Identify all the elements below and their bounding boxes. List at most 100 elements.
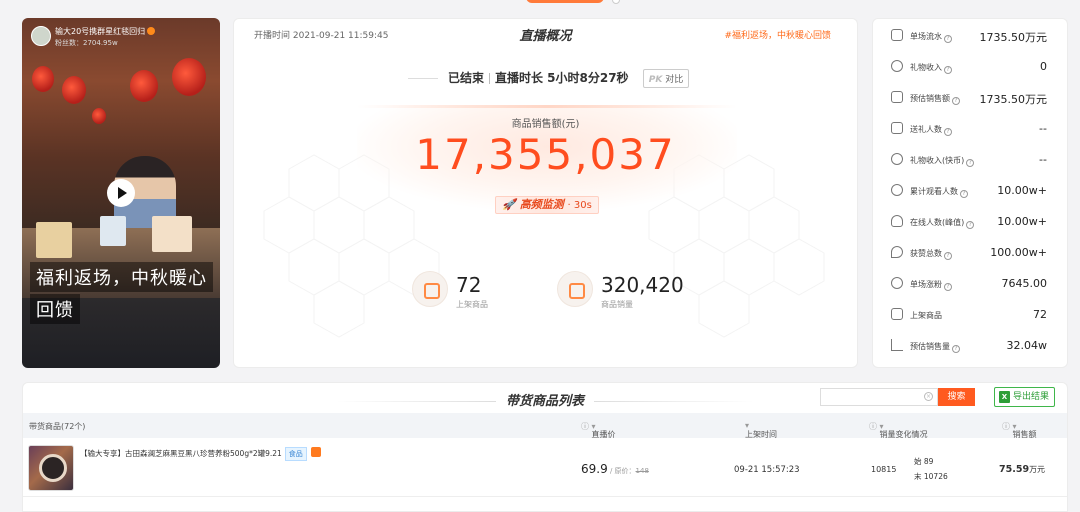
product-thumbnail[interactable]	[28, 445, 74, 491]
clear-icon[interactable]: ×	[924, 392, 933, 401]
metric-value: 10.00w+	[997, 184, 1047, 197]
divider	[335, 401, 496, 402]
sales-change: 10815	[871, 465, 897, 474]
kuaibi-icon	[891, 153, 903, 165]
online-users-icon	[891, 215, 903, 227]
help-icon[interactable]: ?	[944, 35, 952, 43]
metric-label: 预估销售额	[910, 94, 950, 103]
column-sales-amount[interactable]: ⓘ 销售额 ▾	[1002, 421, 1037, 439]
metric-row: 预估销售额? 1735.50万元	[873, 82, 1067, 113]
shop-icon[interactable]	[310, 447, 321, 457]
metric-value: --	[1039, 122, 1047, 135]
estimated-sales-icon	[891, 91, 903, 103]
product-search-input[interactable]: ×	[820, 388, 938, 406]
end-stock: 末 10726	[914, 472, 948, 481]
play-circle-icon	[891, 184, 903, 196]
metric-row: 单场流水? 1735.50万元	[873, 20, 1067, 51]
price-value: 69.9	[581, 462, 608, 476]
cash-flow-icon	[891, 29, 903, 41]
lantern-decoration	[172, 58, 206, 96]
top-orange-button[interactable]	[526, 0, 604, 3]
export-button[interactable]: X 导出结果	[994, 387, 1055, 407]
help-icon[interactable]: ?	[960, 190, 968, 198]
metric-value: 72	[1033, 308, 1047, 321]
top-strip	[0, 0, 1080, 8]
category-tag: 食品	[284, 447, 307, 461]
column-price[interactable]: ⓘ 直播价 ▾	[581, 421, 616, 439]
metric-row: 送礼人数? --	[873, 113, 1067, 144]
live-topic-tag[interactable]: #福利返场，中秋暖心回馈	[724, 28, 831, 41]
bar-chart-icon	[557, 271, 593, 307]
listed-time: 09-21 15:57:23	[734, 465, 800, 475]
product-list-title: 带货商品列表	[505, 394, 584, 409]
sales-amount: 17,355,037	[415, 130, 676, 179]
follower-gain-icon	[891, 277, 903, 289]
help-icon[interactable]: ?	[944, 283, 952, 291]
stat-value: 320,420	[601, 273, 684, 297]
metric-row: 在线人数(峰值)? 10.00w+	[873, 206, 1067, 237]
column-sales-change[interactable]: ⓘ 销量变化情况 ▾	[869, 421, 928, 439]
live-video-preview[interactable]: 输大20号携群星红毯回归 粉丝数：2704.95w 福利返场，中秋暖心 回馈	[22, 18, 220, 368]
search-button[interactable]: 搜索	[938, 388, 975, 406]
export-label: 导出结果	[1013, 392, 1050, 402]
top-circle-toggle[interactable]	[612, 0, 620, 4]
help-icon[interactable]: ?	[944, 252, 952, 260]
orig-price: 148	[635, 467, 649, 475]
product-box	[100, 216, 126, 246]
streamer-avatar[interactable]	[31, 26, 51, 46]
help-icon[interactable]: ?	[944, 66, 952, 74]
stat-label: 商品销量	[601, 300, 633, 309]
metric-value: 100.00w+	[990, 246, 1047, 259]
help-icon[interactable]: ?	[966, 221, 975, 229]
live-duration: 直播时长 5小时8分27秒	[494, 71, 629, 85]
lantern-decoration	[62, 76, 86, 104]
table-row[interactable]: 【输大专享】古田森澜芝麻黑豆黑八珍营养粉500g*2罐9.21 食品 69.9 /…	[23, 439, 1067, 497]
heart-icon	[891, 246, 903, 258]
metric-label: 单场流水	[910, 32, 942, 41]
metric-value: 32.04w	[1006, 339, 1048, 352]
live-status: 已结束	[447, 71, 484, 85]
metric-label: 礼物收入	[910, 63, 942, 72]
product-list-panel: 带货商品列表 × 搜索 X 导出结果 带货商品(72个) ⓘ 直播价 ▾ 上架时间…	[22, 382, 1068, 512]
sales-label: 商品销售额(元)	[511, 119, 580, 130]
column-listed-time[interactable]: 上架时间 ▾	[745, 421, 777, 439]
video-caption-line2: 回馈	[30, 294, 80, 324]
metric-label: 累计观看人数	[910, 187, 958, 196]
divider	[488, 73, 490, 84]
help-icon: ⓘ	[581, 422, 592, 431]
column-product: 带货商品(72个)	[29, 422, 86, 431]
video-caption-line1: 福利返场，中秋暖心	[30, 262, 213, 292]
lantern-decoration	[32, 66, 54, 92]
metric-value: --	[1039, 153, 1047, 166]
help-icon[interactable]: ?	[966, 159, 975, 167]
metric-label: 在线人数(峰值)	[910, 218, 965, 227]
metric-label: 获赞总数	[910, 249, 942, 258]
store-icon	[412, 271, 448, 307]
play-icon[interactable]	[107, 179, 135, 207]
divider	[407, 78, 438, 79]
metric-row: 预估销售量? 32.04w	[873, 330, 1067, 361]
high-frequency-monitor-badge[interactable]: 🚀 高频监测 · 30s	[495, 196, 599, 214]
monitor-label: 高频监测	[519, 198, 564, 211]
metric-row: 礼物收入? 0	[873, 51, 1067, 82]
band-line	[357, 105, 737, 108]
help-icon[interactable]: ?	[952, 345, 960, 353]
pk-compare-button[interactable]: PK 对比	[642, 69, 690, 88]
divider	[594, 401, 754, 402]
product-name[interactable]: 【输大专享】古田森澜芝麻黑豆黑八珍营养粉500g*2罐9.21	[80, 449, 282, 458]
orig-price-label: / 原价：	[607, 467, 636, 475]
help-icon[interactable]: ?	[952, 97, 960, 105]
product-box	[36, 222, 72, 258]
gift-coins-icon	[891, 60, 903, 72]
metric-row: 礼物收入(快币)? --	[873, 144, 1067, 175]
lantern-decoration	[130, 70, 158, 102]
help-icon[interactable]: ?	[944, 128, 952, 136]
metric-value: 0	[1040, 60, 1047, 73]
metric-row: 单场涨粉? 7645.00	[873, 268, 1067, 299]
metric-row: 获赞总数? 100.00w+	[873, 237, 1067, 268]
pk-compare-label: 对比	[665, 75, 684, 85]
streamer-name[interactable]: 输大20号携群星红毯回归	[55, 27, 145, 36]
metric-value: 1735.50万元	[979, 31, 1048, 44]
live-price: 69.9 / 原价：148	[581, 462, 649, 476]
metric-label: 预估销售量	[910, 342, 950, 351]
